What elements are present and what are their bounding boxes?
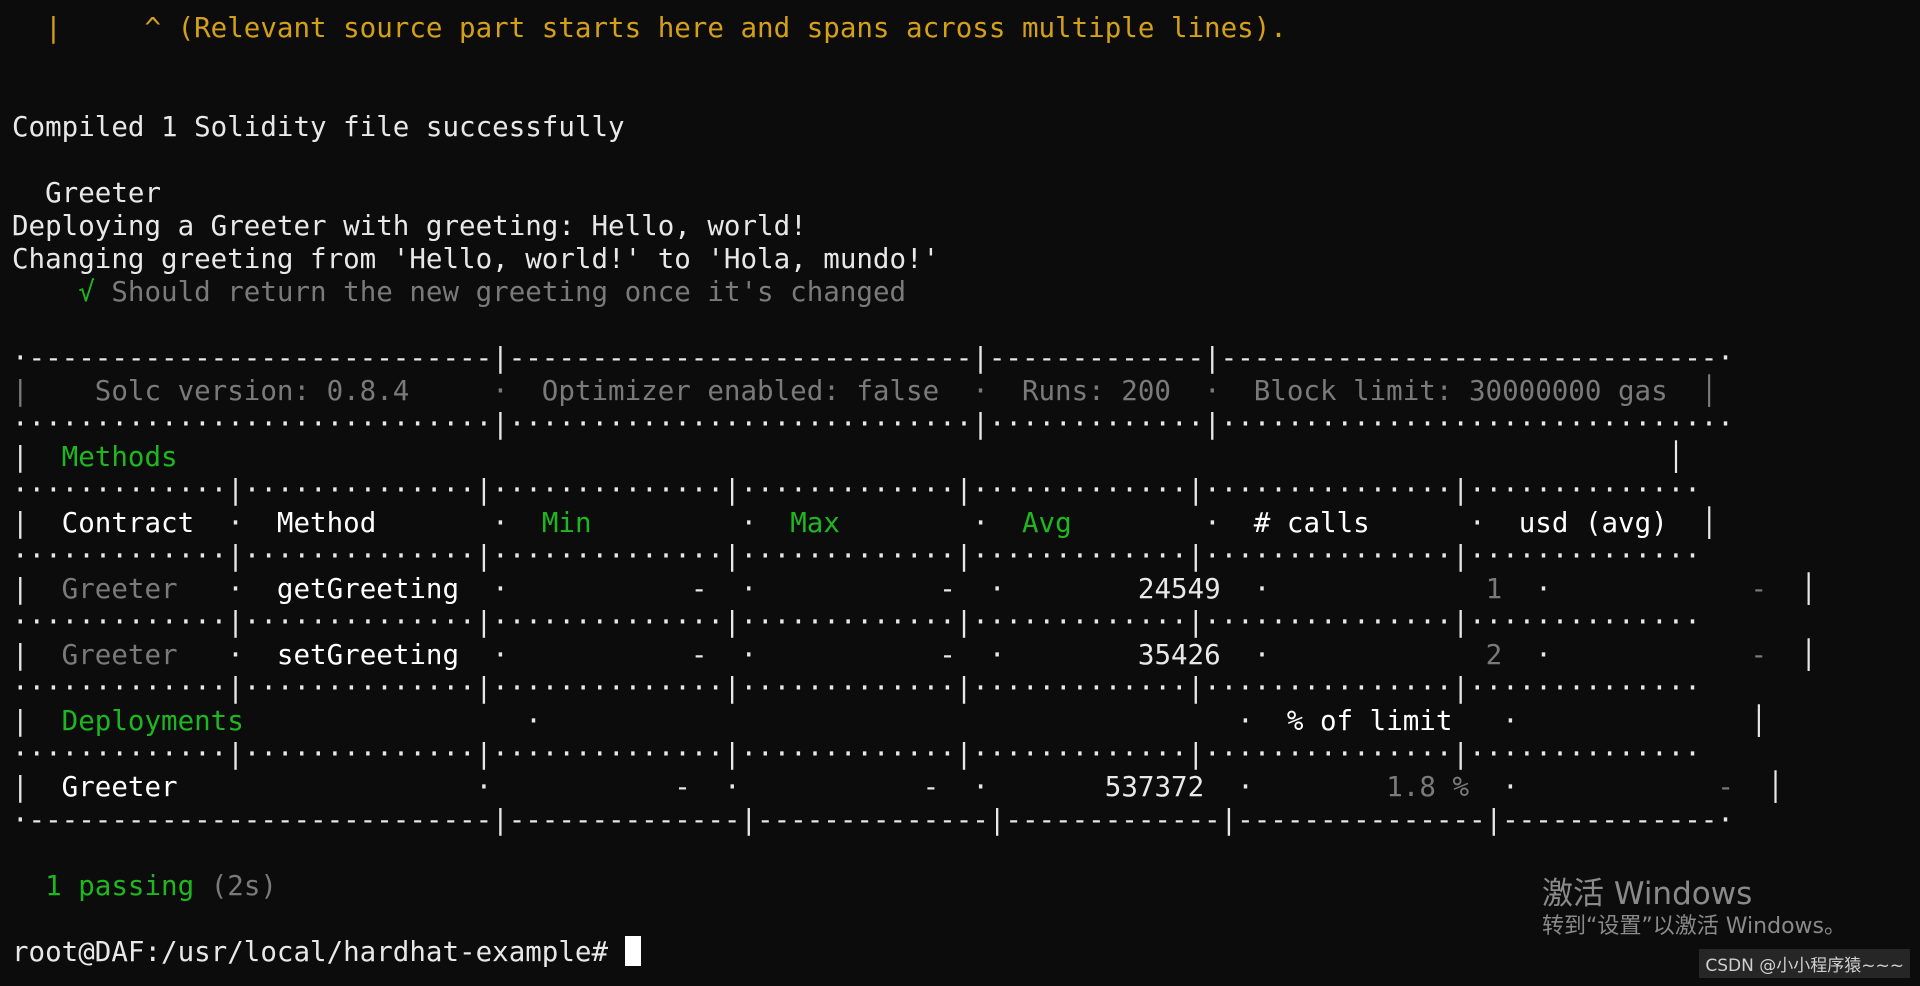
passing-count: 1 passing [45,870,195,902]
cell-method: getGreeting [276,573,460,605]
cell-max: - [939,639,956,671]
test-suite-title: Greeter [12,177,162,209]
shell-prompt-line[interactable]: root@DAF:/usr/local/hardhat-example# [12,936,641,969]
deployment-row: | Greeter · - · - · 537372 · 1.8 % · - │ [12,771,1784,803]
cell-calls: 2 [1485,639,1503,671]
table-bottom-border: ·----------------------------|----------… [12,804,1734,836]
col-calls: # calls [1253,507,1370,539]
table-separator: ·············|··············|···········… [12,738,1701,770]
cell-calls: 1 [1485,573,1503,605]
terminal-window[interactable]: | ^ (Relevant source part starts here an… [0,0,1920,986]
cell-min: - [690,573,708,605]
table-column-header-row: | Contract · Method · Min · Max · Avg · … [12,507,1718,539]
passing-time: (2s) [210,870,277,902]
cell-contract: Greeter [61,573,178,605]
table-row: | Greeter · setGreeting · - · - · 35426 … [12,639,1817,671]
activate-windows-subtitle: 转到“设置”以激活 Windows。 [1542,914,1846,939]
table-separator: ·············|··············|···········… [12,672,1701,704]
cell-usd: - [1717,771,1734,803]
col-min: Min [541,507,592,539]
check-icon: √ [78,276,95,308]
activate-windows-title: 激活 Windows [1542,876,1753,912]
cell-usd: - [1750,639,1768,671]
cell-max: - [922,771,940,803]
compile-status-line: Compiled 1 Solidity file successfully [12,111,625,143]
test-label: Should return the new greeting once it's… [111,276,907,308]
table-separator: ·············|··············|···········… [12,606,1701,638]
table-separator: ·············|··············|···········… [12,474,1701,506]
change-greeting-log-line: Changing greeting from 'Hello, world!' t… [12,243,940,275]
cell-contract: Greeter [61,771,178,803]
cell-avg: 35426 [1137,639,1221,671]
cell-pct: 1.8 % [1386,771,1470,803]
deployments-label: Deployments [61,705,244,737]
cell-max: - [939,573,956,605]
col-contract: Contract [61,507,195,539]
cell-method: setGreeting [276,639,460,671]
test-result-line: √ Should return the new greeting once it… [12,276,906,309]
cell-contract: Greeter [61,639,178,671]
cell-avg: 24549 [1137,573,1221,605]
source-hint-line: | ^ (Relevant source part starts here an… [12,12,1287,44]
cell-min: - [690,639,708,671]
table-row: | Greeter · getGreeting · - · - · 24549 … [12,573,1817,605]
csdn-watermark: CSDN @小小程序猿~~~ [1699,949,1910,978]
deployments-section-row: | Deployments · · % of limit · │ [12,705,1768,737]
cell-min: - [674,771,691,803]
col-usd: usd (avg) [1518,507,1668,539]
col-method: Method [276,507,377,539]
cell-avg: 537372 [1104,771,1205,803]
col-avg: Avg [1022,507,1072,539]
col-max: Max [790,507,840,539]
table-config-row: | Solc version: 0.8.4 · Optimizer enable… [12,375,1718,407]
methods-section-row: | Methods │ [12,441,1685,473]
passing-summary: 1 passing (2s) [12,870,277,903]
table-separator: ·····························|··········… [12,408,1734,440]
table-top-border: ·----------------------------|----------… [12,342,1734,374]
shell-prompt: root@DAF:/usr/local/hardhat-example# [12,936,625,968]
methods-label: Methods [61,441,178,473]
deploy-log-line: Deploying a Greeter with greeting: Hello… [12,210,807,242]
pct-limit-label: % of limit [1286,705,1453,737]
cell-usd: - [1750,573,1768,605]
table-separator: ·············|··············|···········… [12,540,1701,572]
text-cursor[interactable] [624,936,641,966]
